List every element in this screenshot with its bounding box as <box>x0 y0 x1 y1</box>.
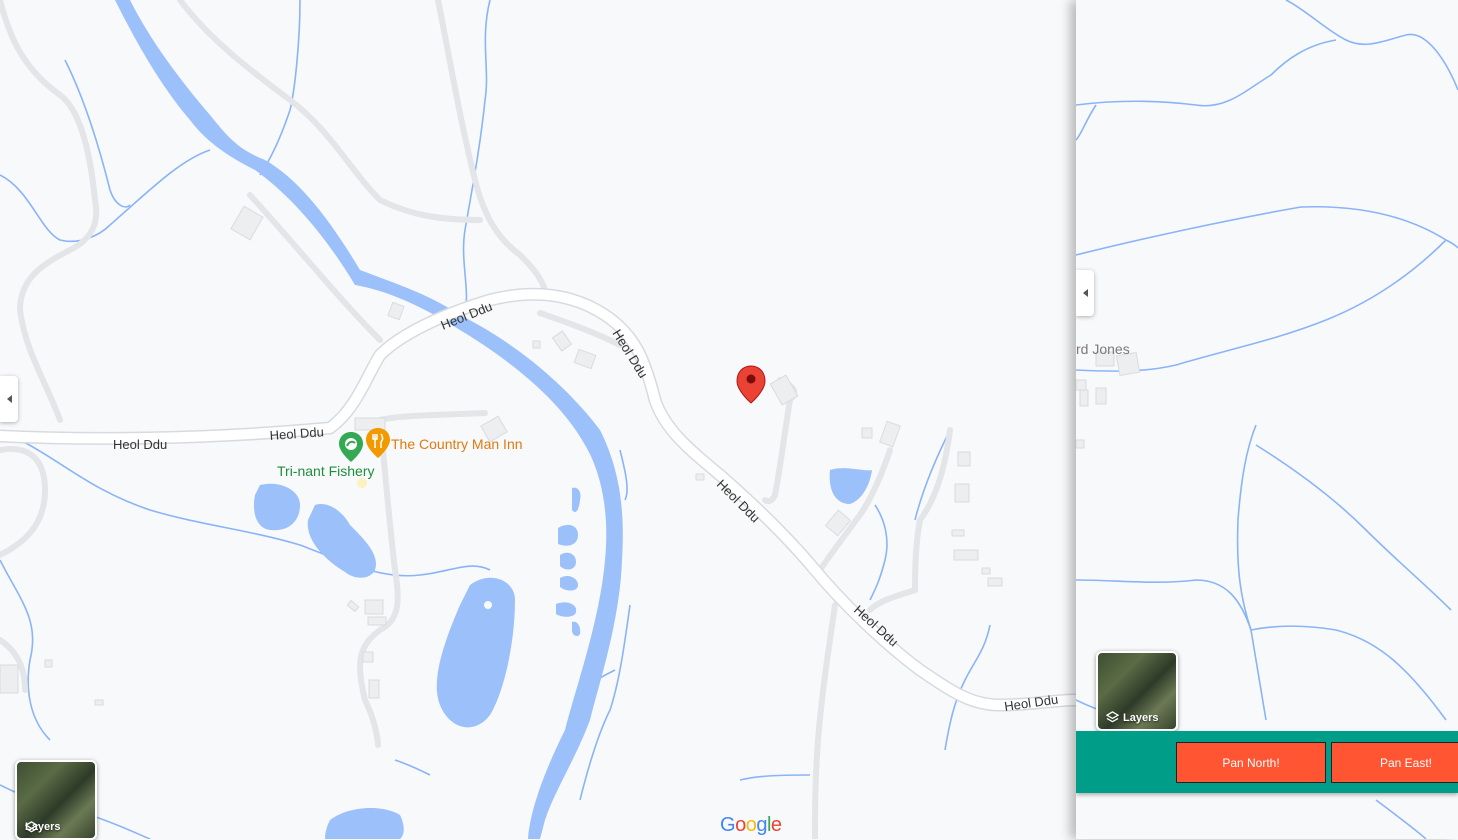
google-letter: G <box>720 814 736 836</box>
road-label: Heol Ddu <box>1003 692 1059 714</box>
red-location-pin-icon[interactable] <box>736 365 766 404</box>
lake-islet <box>484 601 492 609</box>
fishery-label[interactable]: Tri-nant Fishery <box>277 463 375 479</box>
restaurant-label[interactable]: The Country Man Inn <box>391 436 523 452</box>
secondary-map-panel[interactable]: rd Jones Layers Pan North! Pan East! <box>1076 0 1458 839</box>
pan-north-button[interactable]: Pan North! <box>1176 742 1326 783</box>
google-logo: Google <box>720 814 782 837</box>
marker-shadow <box>357 478 367 488</box>
restaurant-marker[interactable] <box>366 428 390 458</box>
place-label: rd Jones <box>1076 341 1130 357</box>
panel-collapse-button[interactable] <box>1076 270 1094 316</box>
road-label: Heol Ddu <box>269 424 324 443</box>
google-letter: o <box>745 814 757 836</box>
layers-label: Layers <box>1123 711 1159 724</box>
chevron-left-icon <box>6 395 12 403</box>
road-label: Heol Ddu <box>113 437 167 452</box>
layers-button[interactable]: Layers <box>15 760 97 840</box>
layers-icon <box>1106 711 1119 723</box>
main-road <box>0 287 1076 712</box>
chevron-left-icon <box>1082 289 1088 297</box>
layers-icon <box>25 821 38 833</box>
fishery-marker[interactable] <box>339 432 363 462</box>
google-letter: o <box>735 814 746 836</box>
left-panel-collapse-button[interactable] <box>0 376 18 422</box>
google-letter: g <box>756 814 767 836</box>
google-letter: e <box>770 814 782 836</box>
map-canvas[interactable]: Heol Ddu Heol Ddu Heol Ddu Heol Ddu Heol… <box>0 0 1076 839</box>
layers-button[interactable]: Layers <box>1096 651 1178 731</box>
pan-toolbar: Pan North! Pan East! <box>1076 731 1458 793</box>
pan-east-button[interactable]: Pan East! <box>1331 742 1458 783</box>
buildings <box>1076 351 1141 449</box>
fish-icon <box>345 438 357 450</box>
